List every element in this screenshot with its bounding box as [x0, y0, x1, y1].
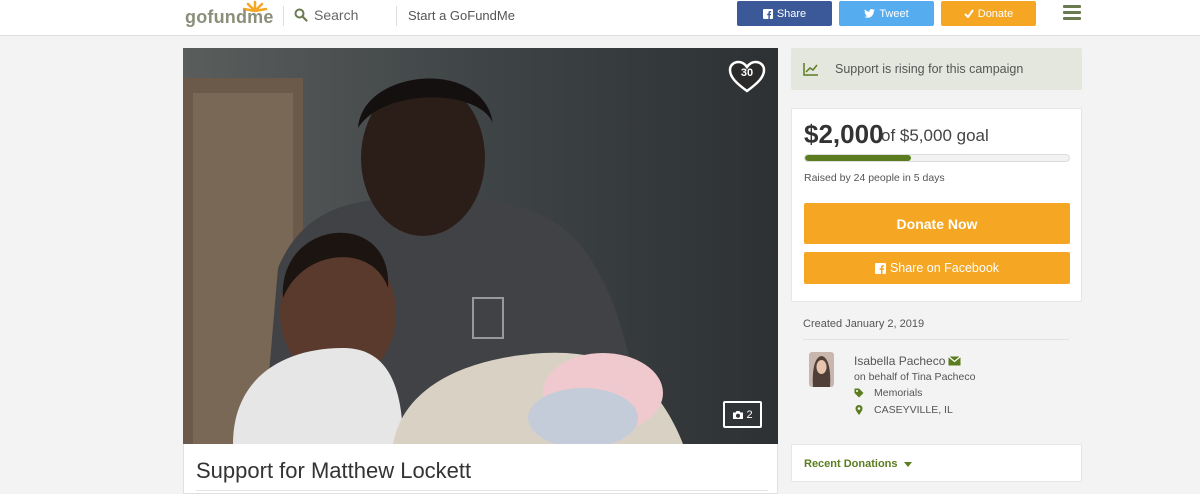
campaign-photo[interactable]: 30 2: [183, 48, 778, 444]
organizer-card: Created January 2, 2019 Isabella Pacheco…: [791, 308, 1082, 430]
trending-up-icon: [803, 63, 818, 76]
donate-now-button[interactable]: Donate Now: [804, 203, 1070, 244]
twitter-icon: [864, 9, 876, 18]
top-nav-bar: gofundme Search Start a GoFundMe Share T…: [0, 0, 1200, 36]
progress-card: $2,000 of $5,000 goal Raised by 24 peopl…: [791, 108, 1082, 302]
header-divider: [283, 6, 284, 26]
organizer-name-row: Isabella Pacheco: [854, 354, 962, 368]
location-row: CASEYVILLE, IL: [854, 404, 953, 416]
facebook-icon: [762, 8, 773, 19]
divider: [196, 490, 768, 491]
goal-text: of $5,000 goal: [881, 126, 989, 145]
header-divider: [396, 6, 397, 26]
facebook-share-button[interactable]: Share: [737, 1, 832, 26]
avatar-image: [809, 352, 834, 387]
search-icon[interactable]: [294, 8, 308, 22]
campaign-title-card: Support for Matthew Lockett: [183, 444, 778, 494]
facebook-icon: [874, 262, 886, 274]
recent-donations-label: Recent Donations: [804, 458, 898, 470]
campaign-photo-image: [183, 48, 778, 444]
gofundme-logo[interactable]: gofundme: [185, 0, 273, 29]
caret-down-icon: [903, 461, 912, 467]
share-label: Share: [776, 7, 807, 20]
divider: [803, 339, 1069, 340]
heart-count: 30: [740, 67, 754, 79]
campaign-title: Support for Matthew Lockett: [196, 458, 472, 483]
photo-count: 2: [746, 408, 753, 421]
amount-raised: $2,000: [804, 119, 884, 149]
heart-button[interactable]: 30: [728, 60, 766, 94]
hamburger-menu-icon[interactable]: [1063, 5, 1081, 21]
tweet-button[interactable]: Tweet: [839, 1, 934, 26]
share-on-facebook-label: Share on Facebook: [889, 261, 1000, 275]
photo-gallery-button[interactable]: 2: [723, 401, 762, 428]
envelope-icon[interactable]: [948, 356, 962, 366]
organizer-name[interactable]: Isabella Pacheco: [854, 354, 945, 368]
recent-donations-card[interactable]: Recent Donations: [791, 444, 1082, 482]
recent-donations-toggle[interactable]: Recent Donations: [804, 458, 912, 470]
donate-label: Donate: [977, 7, 1014, 20]
tag-icon: [854, 388, 864, 398]
map-pin-icon: [855, 405, 863, 415]
organizer-avatar[interactable]: [809, 352, 834, 387]
tweet-label: Tweet: [879, 7, 909, 20]
category-label: Memorials: [874, 387, 923, 399]
progress-bar-fill: [805, 155, 911, 161]
logo-wordmark: gofundme: [185, 7, 274, 27]
progress-bar: [804, 154, 1070, 162]
rising-banner: Support is rising for this campaign: [791, 48, 1082, 90]
share-on-facebook-button[interactable]: Share on Facebook: [804, 252, 1070, 284]
rising-text: Support is rising for this campaign: [835, 62, 1024, 76]
camera-icon: [733, 410, 744, 419]
category-row[interactable]: Memorials: [854, 387, 922, 399]
start-gofundme-link[interactable]: Start a GoFundMe: [408, 8, 515, 23]
on-behalf-text: on behalf of Tina Pacheco: [854, 371, 976, 383]
checkmark-icon: [964, 9, 974, 18]
donate-now-label: Donate Now: [896, 215, 978, 232]
created-date: Created January 2, 2019: [803, 318, 925, 330]
search-link[interactable]: Search: [314, 7, 358, 23]
location-label: CASEYVILLE, IL: [874, 404, 953, 416]
header-donate-button[interactable]: Donate: [941, 1, 1036, 26]
raised-by-text: Raised by 24 people in 5 days: [804, 172, 945, 184]
